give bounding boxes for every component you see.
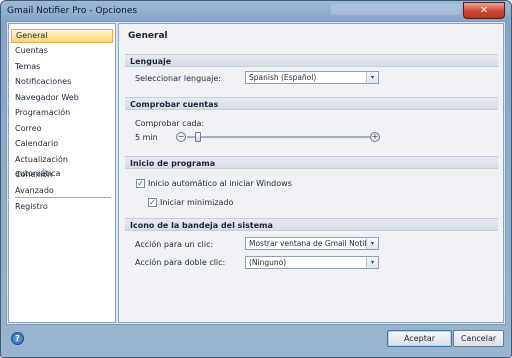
sidebar-item-avanzado[interactable]: Avanzado	[11, 184, 113, 198]
chevron-down-icon[interactable]: ▾	[366, 72, 378, 83]
single-click-select[interactable]: Mostrar ventana de Gmail Notifier P ▾	[245, 237, 379, 250]
sidebar-item-general[interactable]: General	[11, 29, 113, 43]
single-click-select-value: Mostrar ventana de Gmail Notifier P	[249, 239, 367, 248]
sidebar-item-programacion[interactable]: Programación	[11, 106, 113, 120]
double-click-select-value: (Ninguno)	[249, 258, 287, 267]
page-title: General	[128, 31, 168, 41]
start-minimized-checkbox[interactable]: ✓	[148, 198, 157, 207]
check-interval-value: 5 min	[135, 133, 158, 142]
autostart-checkbox[interactable]: ✓	[136, 179, 145, 188]
plus-icon[interactable]: +	[370, 132, 380, 142]
close-icon: ✕	[479, 5, 489, 16]
window-title: Gmail Notifier Pro - Opciones	[7, 6, 138, 16]
section-header-tray: Icono de la bandeja del sistema	[125, 218, 498, 231]
cancel-button[interactable]: Cancelar	[453, 330, 504, 347]
accept-button[interactable]: Aceptar	[387, 330, 452, 347]
autostart-label[interactable]: Inicio automático al iniciar Windows	[148, 179, 292, 188]
language-select[interactable]: Spanish (Español) ▾	[245, 71, 379, 84]
section-header-inicio: Inicio de programa	[125, 156, 498, 169]
dialog-footer: ? Aceptar Cancelar	[6, 324, 504, 354]
slider-thumb[interactable]	[195, 132, 202, 142]
section-header-lenguaje: Lenguaje	[125, 54, 498, 67]
sidebar-item-notificaciones[interactable]: Notificaciones	[11, 75, 113, 89]
double-click-label: Acción para doble clic:	[135, 258, 226, 267]
section-header-comprobar: Comprobar cuentas	[125, 97, 498, 110]
check-interval-slider[interactable]	[187, 136, 371, 139]
sidebar-item-navegador-web[interactable]: Navegador Web	[11, 91, 113, 105]
language-label: Seleccionar lenguaje:	[135, 74, 221, 83]
title-bar[interactable]: Gmail Notifier Pro - Opciones ✕	[1, 1, 511, 21]
sidebar-item-temas[interactable]: Temas	[11, 60, 113, 74]
dialog-client-area: General Cuentas Temas Notificaciones Nav…	[6, 21, 506, 325]
options-window: Gmail Notifier Pro - Opciones ✕ General …	[0, 0, 512, 358]
sidebar-item-actualizacion[interactable]: Actualización automática	[11, 153, 113, 178]
sidebar-item-conexion[interactable]: Conexión	[11, 168, 113, 182]
chevron-down-icon[interactable]: ▾	[366, 257, 378, 268]
settings-panel: General Lenguaje Seleccionar lenguaje: S…	[118, 23, 504, 323]
single-click-label: Acción para un clic:	[135, 240, 214, 249]
language-select-value: Spanish (Español)	[249, 73, 317, 82]
minus-icon[interactable]: −	[176, 132, 186, 142]
title-bar-background-hint	[331, 4, 461, 15]
close-button[interactable]: ✕	[463, 2, 505, 19]
chevron-down-icon[interactable]: ▾	[366, 238, 378, 249]
check-icon: ✓	[137, 179, 144, 188]
sidebar-divider	[15, 197, 111, 198]
check-interval-label: Comprobar cada:	[135, 119, 205, 128]
sidebar-item-correo[interactable]: Correo	[11, 122, 113, 136]
sidebar: General Cuentas Temas Notificaciones Nav…	[8, 23, 116, 323]
sidebar-item-cuentas[interactable]: Cuentas	[11, 44, 113, 58]
sidebar-item-registro[interactable]: Registro	[11, 200, 113, 214]
sidebar-item-calendario[interactable]: Calendario	[11, 137, 113, 151]
help-icon[interactable]: ?	[11, 332, 24, 345]
start-minimized-label[interactable]: Iniciar minimizado	[160, 198, 233, 207]
double-click-select[interactable]: (Ninguno) ▾	[245, 256, 379, 269]
check-icon: ✓	[149, 198, 156, 207]
